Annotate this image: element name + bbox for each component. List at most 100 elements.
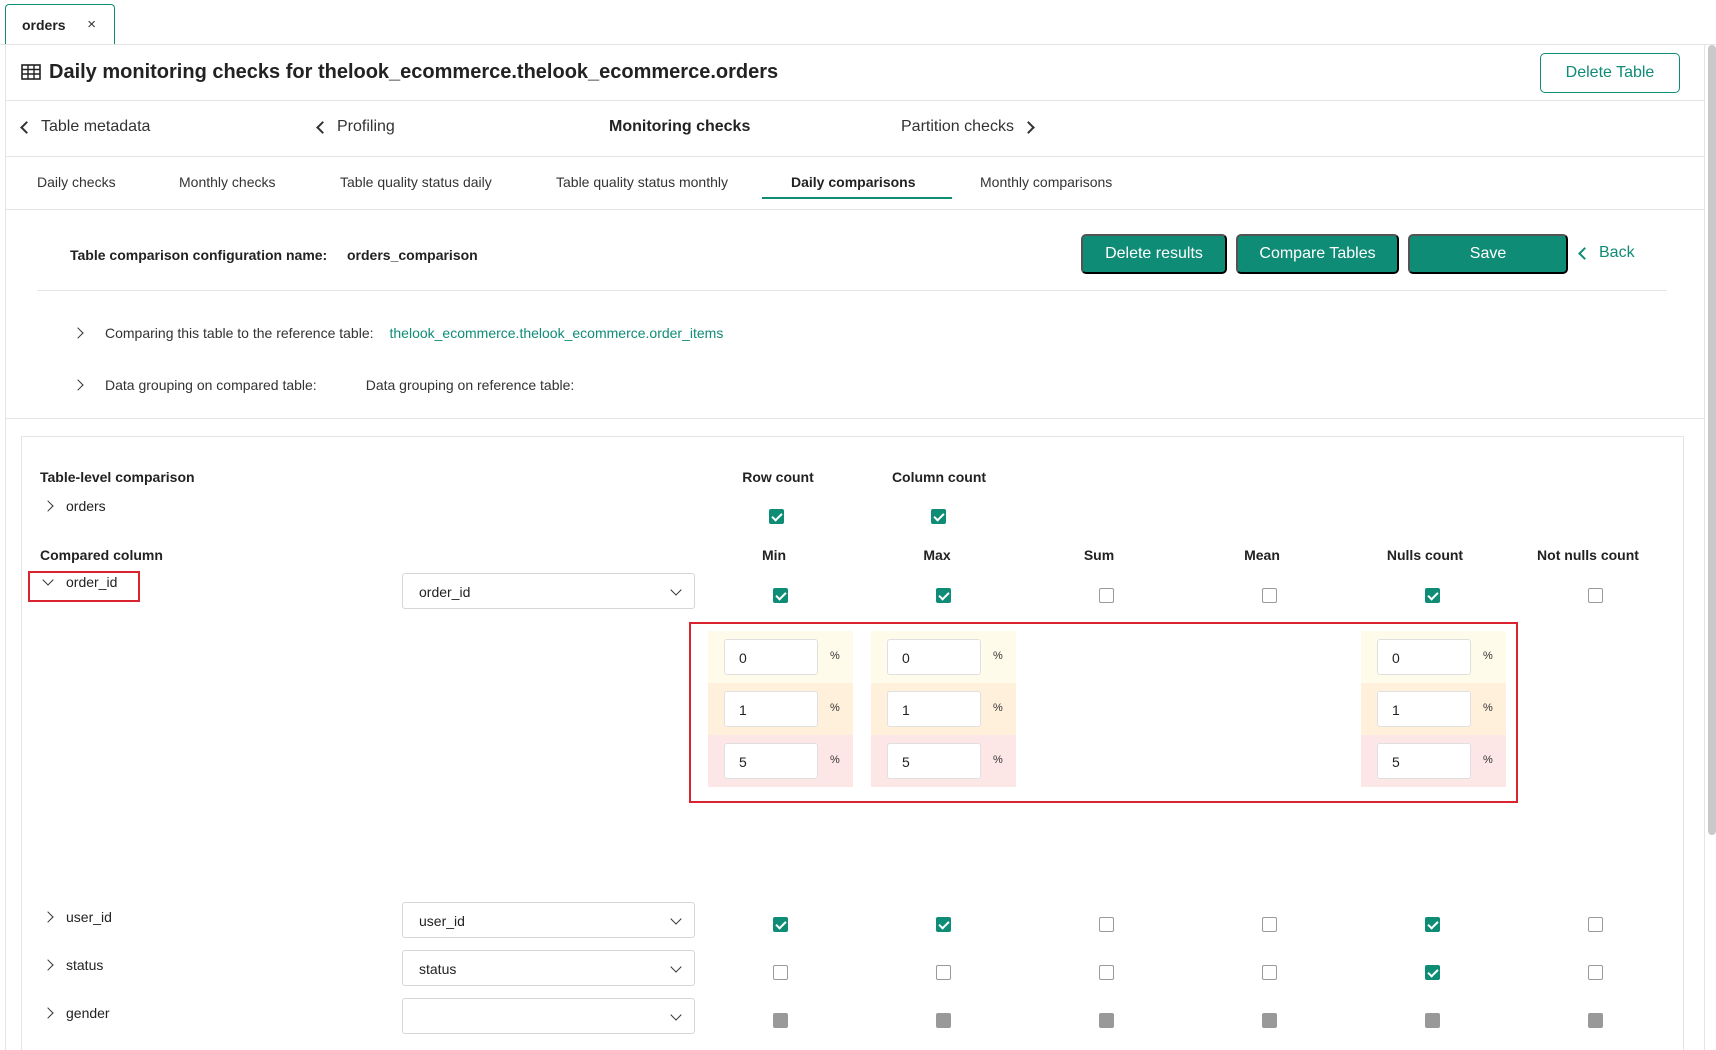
sum-checkbox[interactable] xyxy=(1099,917,1114,932)
sum-checkbox[interactable] xyxy=(1099,588,1114,603)
max-checkbox[interactable] xyxy=(936,965,951,980)
column-count-checkbox[interactable] xyxy=(931,509,946,524)
config-name-value: orders_comparison xyxy=(347,247,478,263)
not-nulls-count-checkbox[interactable] xyxy=(1588,965,1603,980)
column-row-gender[interactable]: gender xyxy=(42,1005,110,1021)
nulls-count-checkbox[interactable] xyxy=(1425,588,1440,603)
table-level-heading: Table-level comparison xyxy=(40,469,195,485)
tab-daily-comparisons[interactable]: Daily comparisons xyxy=(791,174,916,190)
chevron-down-icon xyxy=(42,574,54,586)
mean-checkbox[interactable] xyxy=(1262,965,1277,980)
reference-column-select[interactable]: status xyxy=(402,950,695,986)
comparison-panel: Table-level comparison orders Row count … xyxy=(21,436,1684,1050)
sum-header: Sum xyxy=(1083,547,1115,563)
chevron-left-icon xyxy=(316,120,329,134)
tab-table-quality-status-daily[interactable]: Table quality status daily xyxy=(340,174,492,190)
max-checkbox[interactable] xyxy=(936,917,951,932)
reference-label: Comparing this table to the reference ta… xyxy=(105,325,374,341)
min-checkbox[interactable] xyxy=(773,588,788,603)
compared-column-heading: Compared column xyxy=(40,547,163,563)
sum-checkbox xyxy=(1099,1013,1114,1028)
percent-label: % xyxy=(830,702,840,714)
min-warning-input[interactable]: 0 xyxy=(724,639,818,675)
fatal-threshold-row: 5 % xyxy=(871,735,1016,787)
delete-table-button[interactable]: Delete Table xyxy=(1540,53,1680,93)
max-header: Max xyxy=(923,547,951,563)
active-tab-indicator xyxy=(762,197,952,199)
fatal-threshold-row: 5 % xyxy=(1361,735,1506,787)
reference-table-link[interactable]: thelook_ecommerce.thelook_ecommerce.orde… xyxy=(390,325,724,341)
tab-monthly-comparisons[interactable]: Monthly comparisons xyxy=(980,174,1112,190)
max-checkbox[interactable] xyxy=(936,588,951,603)
chevron-down-icon xyxy=(670,961,682,973)
warning-threshold-row: 0 % xyxy=(871,631,1016,683)
tab-monthly-checks[interactable]: Monthly checks xyxy=(179,174,275,190)
nulls-error-input[interactable]: 1 xyxy=(1377,691,1471,727)
max-warning-input[interactable]: 0 xyxy=(887,639,981,675)
tab-table-quality-status-monthly[interactable]: Table quality status monthly xyxy=(556,174,728,190)
max-fatal-input[interactable]: 5 xyxy=(887,743,981,779)
table-level-orders[interactable]: orders xyxy=(42,498,106,514)
min-checkbox[interactable] xyxy=(773,917,788,932)
tab-daily-checks[interactable]: Daily checks xyxy=(37,174,116,190)
data-grouping-row[interactable]: Data grouping on compared table: Data gr… xyxy=(72,377,574,393)
tab-label: orders xyxy=(22,16,66,33)
error-threshold-row: 1 % xyxy=(1361,683,1506,735)
check-type-nav: Table metadata Profiling Monitoring chec… xyxy=(5,101,1705,157)
nav-table-metadata[interactable]: Table metadata xyxy=(20,118,150,136)
back-link[interactable]: Back xyxy=(1578,244,1635,262)
reference-column-select[interactable] xyxy=(402,998,695,1034)
max-checkbox xyxy=(936,1013,951,1028)
mean-checkbox[interactable] xyxy=(1262,917,1277,932)
chevron-down-icon xyxy=(670,1009,682,1021)
scrollbar[interactable] xyxy=(1708,45,1716,835)
column-row-order-id[interactable]: order_id xyxy=(42,574,117,590)
percent-label: % xyxy=(993,702,1003,714)
nav-partition-checks[interactable]: Partition checks xyxy=(901,118,1035,136)
min-error-input[interactable]: 1 xyxy=(724,691,818,727)
config-name-label: Table comparison configuration name: xyxy=(70,247,328,263)
delete-results-button[interactable]: Delete results xyxy=(1081,234,1227,274)
chevron-right-icon xyxy=(72,379,84,391)
max-thresholds: 0 % 1 % 5 % xyxy=(871,631,1016,787)
reference-column-select[interactable]: order_id xyxy=(402,573,695,609)
chevron-down-icon xyxy=(670,913,682,925)
nulls-count-checkbox[interactable] xyxy=(1425,965,1440,980)
min-checkbox[interactable] xyxy=(773,965,788,980)
not-nulls-count-checkbox xyxy=(1588,1013,1603,1028)
not-nulls-count-header: Not nulls count xyxy=(1537,547,1639,563)
percent-label: % xyxy=(993,754,1003,766)
sum-checkbox[interactable] xyxy=(1099,965,1114,980)
column-row-user-id[interactable]: user_id xyxy=(42,909,112,925)
percent-label: % xyxy=(830,650,840,662)
chevron-left-icon xyxy=(20,120,33,134)
min-fatal-input[interactable]: 5 xyxy=(724,743,818,779)
nulls-fatal-input[interactable]: 5 xyxy=(1377,743,1471,779)
close-icon[interactable]: × xyxy=(87,16,96,33)
row-count-header: Row count xyxy=(742,469,814,485)
column-row-status[interactable]: status xyxy=(42,957,103,973)
max-error-input[interactable]: 1 xyxy=(887,691,981,727)
chevron-right-icon xyxy=(42,911,54,923)
chevron-left-icon xyxy=(1578,246,1591,260)
not-nulls-count-checkbox[interactable] xyxy=(1588,917,1603,932)
nulls-count-header: Nulls count xyxy=(1386,547,1464,563)
nulls-warning-input[interactable]: 0 xyxy=(1377,639,1471,675)
page-title: Daily monitoring checks for thelook_ecom… xyxy=(49,61,779,83)
mean-header: Mean xyxy=(1244,547,1280,563)
compare-tables-button[interactable]: Compare Tables xyxy=(1236,234,1399,274)
mean-checkbox[interactable] xyxy=(1262,588,1277,603)
tab-orders[interactable]: orders × xyxy=(5,4,115,44)
column-count-header: Column count xyxy=(891,469,987,485)
reference-table-row[interactable]: Comparing this table to the reference ta… xyxy=(72,325,724,341)
not-nulls-count-checkbox[interactable] xyxy=(1588,588,1603,603)
save-button[interactable]: Save xyxy=(1408,234,1568,274)
percent-label: % xyxy=(1483,650,1493,662)
nav-profiling[interactable]: Profiling xyxy=(316,118,395,136)
nav-monitoring-checks[interactable]: Monitoring checks xyxy=(609,118,750,136)
reference-column-select[interactable]: user_id xyxy=(402,902,695,938)
nulls-count-thresholds: 0 % 1 % 5 % xyxy=(1361,631,1506,787)
grouping-compared-label: Data grouping on compared table: xyxy=(105,377,317,393)
nulls-count-checkbox[interactable] xyxy=(1425,917,1440,932)
row-count-checkbox[interactable] xyxy=(769,509,784,524)
